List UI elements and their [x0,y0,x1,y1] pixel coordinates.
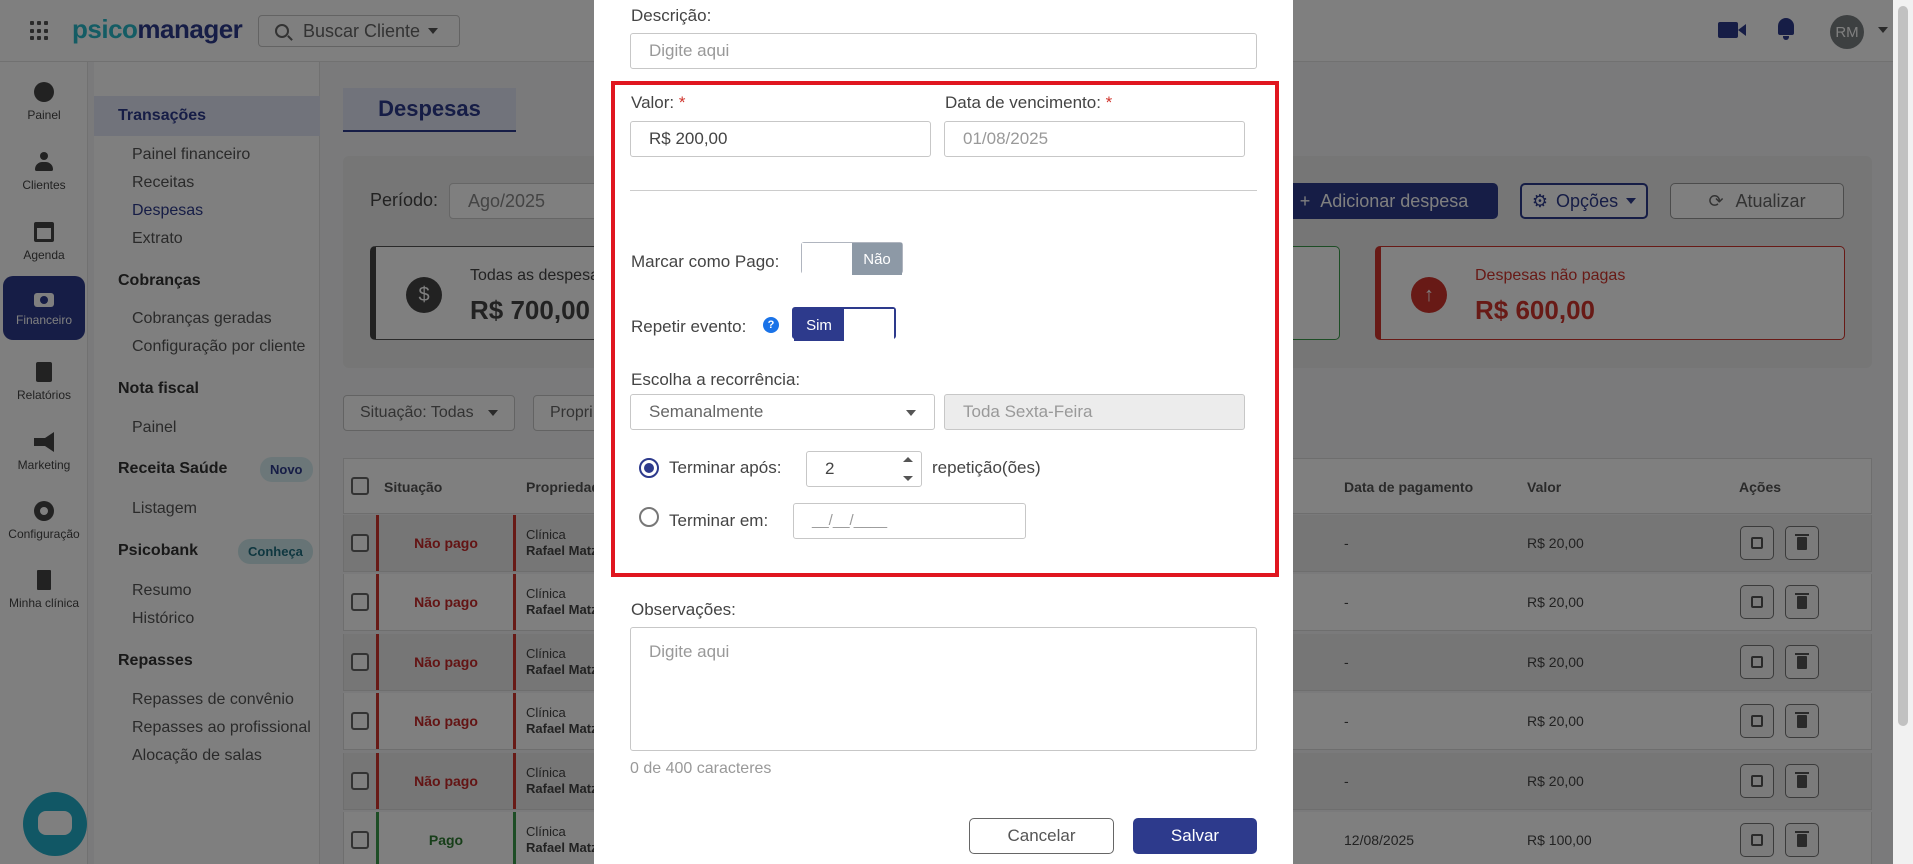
toggle-label: Sim [794,309,844,341]
recurrence-day-field: Toda Sexta-Feira [944,394,1245,430]
stepper-arrows-icon[interactable] [903,457,913,481]
scrollbar-thumb[interactable] [1898,6,1908,726]
due-date-label-text: Data de vencimento: [945,93,1101,112]
value-label: Valor: * [631,93,686,113]
due-date-input[interactable]: 01/08/2025 [944,121,1245,157]
mark-paid-toggle[interactable]: Não [801,242,903,275]
char-counter: 0 de 400 caracteres [630,760,772,777]
repetitions-value: 2 [825,459,835,478]
required-mark: * [678,93,686,112]
repeat-event-label: Repetir evento: [631,317,747,336]
description-input[interactable]: Digite aqui [630,33,1257,69]
repetitions-unit-label: repetição(ões) [932,458,1041,477]
notes-label: Observações: [631,600,736,619]
notes-textarea[interactable]: Digite aqui [630,627,1257,751]
toggle-knob [844,309,894,341]
description-label: Descrição: [631,6,712,25]
recurrence-select[interactable]: Semanalmente [630,394,935,430]
end-date-input[interactable]: __/__/____ [793,503,1026,539]
save-button[interactable]: Salvar [1133,818,1257,854]
divider [630,190,1257,191]
mark-paid-label: Marcar como Pago: [631,252,780,271]
repetitions-stepper[interactable]: 2 [806,451,922,487]
toggle-knob [802,243,852,275]
required-mark: * [1105,93,1113,112]
recurrence-label: Escolha a recorrência: [631,370,801,389]
cancel-button[interactable]: Cancelar [969,818,1114,854]
chevron-down-icon [906,410,916,416]
help-icon[interactable]: ? [763,317,779,333]
due-date-label: Data de vencimento: * [945,93,1112,113]
toggle-label: Não [852,243,902,275]
repeat-event-toggle[interactable]: Sim [792,307,896,341]
recurrence-value: Semanalmente [649,402,764,421]
end-after-label: Terminar após: [669,458,782,477]
end-after-radio[interactable] [639,458,659,478]
end-on-label: Terminar em: [669,511,769,530]
value-label-text: Valor: [631,93,675,112]
value-input[interactable]: R$ 200,00 [630,121,931,157]
end-on-radio[interactable] [639,507,659,527]
scrollbar[interactable] [1893,0,1913,864]
